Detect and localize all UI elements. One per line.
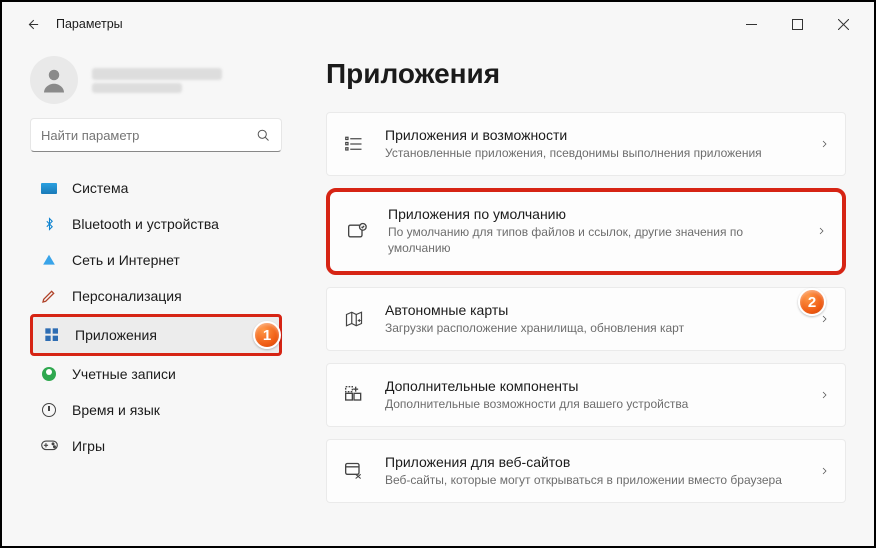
account-name-redacted [92, 68, 222, 80]
nav: Система Bluetooth и устройства Сеть и Ин… [30, 170, 282, 464]
card-apps-for-websites[interactable]: Приложения для веб-сайтов Веб-сайты, кот… [326, 439, 846, 503]
maximize-icon [792, 19, 803, 30]
website-app-icon [343, 460, 365, 482]
page-title: Приложения [326, 58, 846, 90]
card-desc: Загрузки расположение хранилища, обновле… [385, 320, 800, 336]
sidebar-item-label: Учетные записи [72, 366, 176, 382]
card-list: Приложения и возможности Установленные п… [326, 112, 846, 503]
arrow-left-icon [25, 17, 40, 32]
sidebar-item-network[interactable]: Сеть и Интернет [30, 242, 282, 278]
back-button[interactable] [20, 12, 44, 36]
sidebar-item-label: Система [72, 180, 128, 196]
close-button[interactable] [820, 8, 866, 40]
default-apps-icon [346, 220, 368, 242]
card-apps-features[interactable]: Приложения и возможности Установленные п… [326, 112, 846, 176]
sidebar-item-system[interactable]: Система [30, 170, 282, 206]
card-title: Дополнительные компоненты [385, 378, 800, 394]
card-title: Автономные карты [385, 302, 800, 318]
card-title: Приложения для веб-сайтов [385, 454, 800, 470]
close-icon [838, 19, 849, 30]
gamepad-icon [40, 437, 58, 455]
main: Приложения Приложения и возможности Уста… [302, 46, 874, 546]
card-title: Приложения по умолчанию [388, 206, 797, 222]
minimize-button[interactable] [728, 8, 774, 40]
person-icon [39, 65, 69, 95]
wifi-icon [40, 251, 58, 269]
search-input[interactable] [41, 128, 256, 143]
sidebar-item-apps[interactable]: Приложения 1 [30, 314, 282, 356]
sidebar-item-label: Время и язык [72, 402, 160, 418]
minimize-icon [746, 19, 757, 30]
sidebar-item-label: Приложения [75, 327, 157, 343]
sidebar-item-label: Игры [72, 438, 105, 454]
annotation-badge-2: 2 [798, 288, 826, 316]
chevron-right-icon [820, 137, 829, 151]
account-email-redacted [92, 83, 182, 93]
brush-icon [40, 287, 58, 305]
card-optional-features[interactable]: Дополнительные компоненты Дополнительные… [326, 363, 846, 427]
sidebar: Система Bluetooth и устройства Сеть и Ин… [2, 46, 302, 546]
components-icon [343, 384, 365, 406]
chevron-right-icon [820, 388, 829, 402]
window-title: Параметры [56, 17, 123, 31]
bluetooth-icon [40, 215, 58, 233]
maximize-button[interactable] [774, 8, 820, 40]
account-text [92, 65, 222, 96]
chevron-right-icon [820, 464, 829, 478]
sidebar-item-label: Сеть и Интернет [72, 252, 180, 268]
chevron-right-icon [817, 224, 826, 238]
card-desc: Дополнительные возможности для вашего ус… [385, 396, 800, 412]
apps-icon [43, 326, 61, 344]
card-title: Приложения и возможности [385, 127, 800, 143]
card-offline-maps[interactable]: Автономные карты Загрузки расположение х… [326, 287, 846, 351]
sidebar-item-bluetooth[interactable]: Bluetooth и устройства [30, 206, 282, 242]
annotation-badge-1: 1 [253, 321, 281, 349]
search-box[interactable] [30, 118, 282, 152]
clock-icon [40, 401, 58, 419]
list-icon [343, 133, 365, 155]
sidebar-item-label: Персонализация [72, 288, 182, 304]
sidebar-item-time-language[interactable]: Время и язык [30, 392, 282, 428]
sidebar-item-accounts[interactable]: Учетные записи [30, 356, 282, 392]
sidebar-item-personalization[interactable]: Персонализация [30, 278, 282, 314]
sidebar-item-gaming[interactable]: Игры [30, 428, 282, 464]
card-default-apps[interactable]: Приложения по умолчанию По умолчанию для… [326, 188, 846, 274]
card-desc: Веб-сайты, которые могут открываться в п… [385, 472, 800, 488]
card-desc: По умолчанию для типов файлов и ссылок, … [388, 224, 797, 256]
card-desc: Установленные приложения, псевдонимы вып… [385, 145, 800, 161]
display-icon [40, 179, 58, 197]
account-icon [40, 365, 58, 383]
titlebar: Параметры [2, 2, 874, 46]
map-icon [343, 308, 365, 330]
search-icon [256, 128, 271, 143]
sidebar-item-label: Bluetooth и устройства [72, 216, 219, 232]
avatar [30, 56, 78, 104]
content: Система Bluetooth и устройства Сеть и Ин… [2, 46, 874, 546]
account-block[interactable] [30, 52, 282, 118]
chevron-right-icon [820, 312, 829, 326]
